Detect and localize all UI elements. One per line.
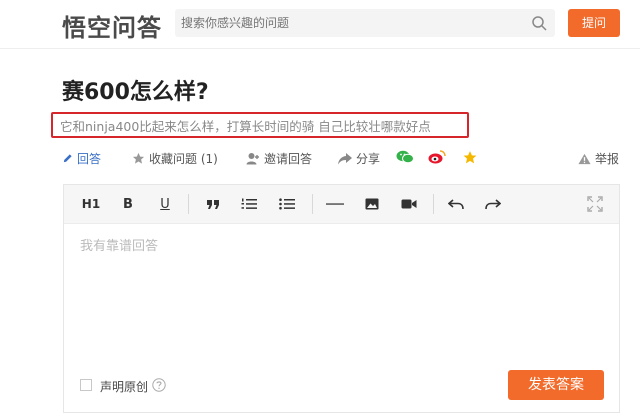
toolbar-divider (433, 194, 434, 214)
help-icon[interactable] (152, 378, 166, 392)
weibo-icon (428, 150, 446, 164)
undo-icon (448, 199, 464, 210)
report-button[interactable]: 举报 (578, 150, 619, 167)
warning-icon (578, 153, 591, 164)
fullscreen-icon (587, 196, 603, 212)
editor-toolbar: H1 B U (64, 185, 619, 224)
insert-image-button[interactable] (361, 193, 383, 215)
bullet-list-icon (279, 198, 295, 210)
share-arrow-icon (338, 152, 352, 164)
redo-button[interactable] (482, 193, 504, 215)
toolbar-divider (312, 194, 313, 214)
invite-label: 邀请回答 (264, 152, 313, 166)
favorite-button[interactable]: 收藏问题 (1) (132, 150, 218, 167)
bold-button[interactable]: B (117, 193, 139, 215)
quote-button[interactable] (202, 193, 224, 215)
pencil-icon (63, 154, 72, 163)
bullet-list-button[interactable] (276, 193, 298, 215)
quote-icon (207, 200, 219, 209)
redo-icon (485, 199, 501, 210)
star-outline-icon (132, 152, 145, 164)
star-icon (463, 151, 477, 164)
report-label: 举报 (595, 152, 620, 166)
question-description: 它和ninja400比起来怎么样，打算长时间的骑 自己比较壮哪款好点 (60, 119, 431, 134)
wechat-share-button[interactable] (396, 150, 414, 164)
invite-user-icon (246, 153, 259, 165)
wechat-icon (396, 150, 414, 164)
insert-video-button[interactable] (398, 193, 420, 215)
ordered-list-icon (241, 198, 257, 209)
ordered-list-button[interactable] (238, 193, 260, 215)
answer-textarea-placeholder[interactable]: 我有靠谱回答 (80, 235, 158, 254)
video-camera-icon (401, 199, 417, 209)
search-icon[interactable] (531, 15, 547, 31)
answer-label: 回答 (77, 152, 102, 166)
horizontal-rule-icon (326, 203, 344, 205)
favorite-label: 收藏问题 (1) (149, 152, 218, 166)
ask-question-button[interactable]: 提问 (568, 9, 620, 37)
answer-editor: H1 B U 我有靠谱回答 声明原创 发表答案 (63, 184, 620, 413)
underline-button[interactable]: U (154, 193, 176, 215)
invite-button[interactable]: 邀请回答 (246, 150, 312, 167)
fullscreen-button[interactable] (584, 193, 606, 215)
original-checkbox[interactable] (80, 379, 92, 391)
original-declaration-label[interactable]: 声明原创 (100, 378, 148, 395)
answer-button[interactable]: 回答 (62, 150, 101, 167)
share-label: 分享 (356, 152, 381, 166)
horizontal-rule-button[interactable] (324, 193, 346, 215)
star-rating-button[interactable] (462, 150, 478, 165)
heading-button[interactable]: H1 (80, 193, 102, 215)
share-button[interactable]: 分享 (338, 150, 380, 167)
top-header: 悟空问答 提问 (0, 0, 640, 49)
toolbar-divider (188, 194, 189, 214)
weibo-share-button[interactable] (428, 150, 446, 164)
image-icon (365, 198, 379, 210)
undo-button[interactable] (445, 193, 467, 215)
search-bar[interactable] (175, 9, 555, 37)
submit-answer-button[interactable]: 发表答案 (508, 370, 604, 400)
question-title: 赛600怎么样? (62, 80, 209, 105)
search-input[interactable] (181, 13, 521, 33)
site-logo[interactable]: 悟空问答 (62, 8, 162, 43)
